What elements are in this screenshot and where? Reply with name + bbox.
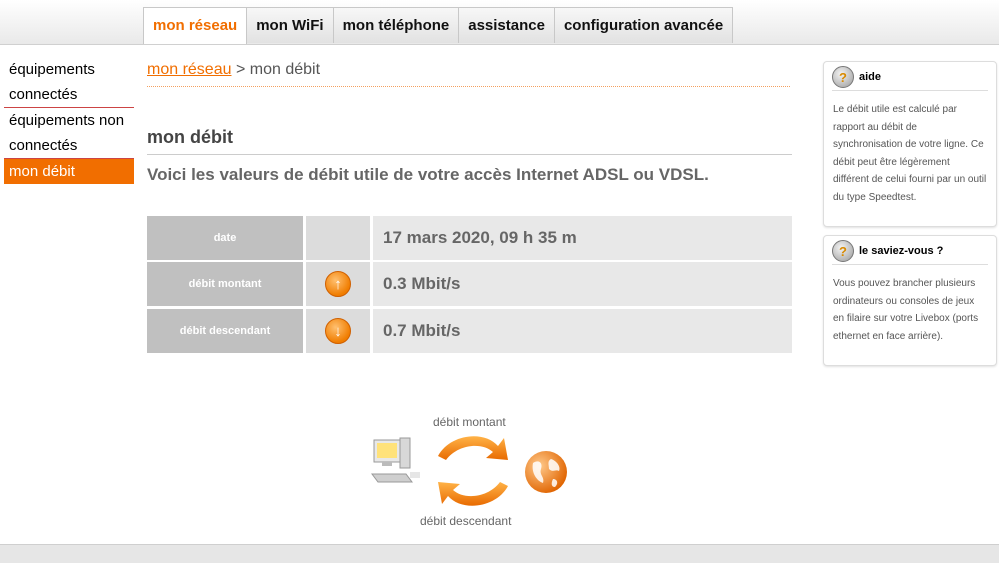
row-icon-cell <box>306 216 370 260</box>
footer-bar <box>0 544 999 563</box>
table-row-date: date 17 mars 2020, 09 h 35 m <box>147 216 792 260</box>
help-box-header: ? aide <box>832 64 988 91</box>
tip-box-title: le saviez-vous ? <box>859 245 944 257</box>
tab-mon-wifi[interactable]: mon WiFi <box>246 7 334 43</box>
top-navigation-bar: mon réseau mon WiFi mon téléphone assist… <box>0 0 999 45</box>
globe-icon <box>525 451 567 493</box>
tip-box: ? le saviez-vous ? Vous pouvez brancher … <box>823 235 997 366</box>
arrow-up-icon: ↑ <box>325 271 351 297</box>
divider <box>147 154 792 155</box>
tip-box-header: ? le saviez-vous ? <box>832 238 988 265</box>
row-value: 0.3 Mbit/s <box>373 262 792 306</box>
tab-configuration-avancee[interactable]: configuration avancée <box>553 7 734 43</box>
help-box-title: aide <box>859 71 882 83</box>
breadcrumb-link-mon-reseau[interactable]: mon réseau <box>147 61 232 78</box>
sidebar-item-equipements-connectes[interactable]: équipements connectés <box>4 57 134 108</box>
row-value: 0.7 Mbit/s <box>373 309 792 353</box>
row-value: 17 mars 2020, 09 h 35 m <box>373 216 792 260</box>
exchange-arrows-icon <box>438 436 508 506</box>
row-icon-cell: ↑ <box>306 262 370 306</box>
question-icon: ? <box>832 240 854 262</box>
help-box: ? aide Le débit utile est calculé par ra… <box>823 61 997 227</box>
breadcrumb-separator: > <box>235 61 246 78</box>
sidebar-item-mon-debit[interactable]: mon débit <box>4 159 134 184</box>
row-label: débit montant <box>147 262 303 306</box>
divider <box>147 86 790 87</box>
main-tabs: mon réseau mon WiFi mon téléphone assist… <box>143 7 734 44</box>
computer-icon <box>371 437 420 483</box>
question-icon: ? <box>832 66 854 88</box>
tab-mon-reseau[interactable]: mon réseau <box>143 7 248 44</box>
page-subtitle: Voici les valeurs de débit utile de votr… <box>147 165 709 184</box>
tab-assistance[interactable]: assistance <box>458 7 555 43</box>
sidebar: équipements connectés équipements non co… <box>4 57 134 184</box>
row-label: date <box>147 216 303 260</box>
row-icon-cell: ↓ <box>306 309 370 353</box>
sidebar-item-equipements-non-connectes[interactable]: équipements non connectés <box>4 108 134 159</box>
tab-mon-telephone[interactable]: mon téléphone <box>332 7 460 43</box>
table-row-debit-montant: débit montant ↑ 0.3 Mbit/s <box>147 262 792 306</box>
tip-box-text: Vous pouvez brancher plusieurs ordinateu… <box>833 278 979 342</box>
breadcrumb: mon réseau > mon débit <box>147 61 320 79</box>
help-box-text: Le débit utile est calculé par rapport a… <box>833 104 987 203</box>
page-title: mon débit <box>147 127 233 147</box>
row-label: débit descendant <box>147 309 303 353</box>
diagram-download-label: débit descendant <box>420 514 512 528</box>
arrow-down-icon: ↓ <box>325 318 351 344</box>
breadcrumb-current: mon débit <box>249 61 321 78</box>
diagram-upload-label: débit montant <box>433 415 506 429</box>
table-row-debit-descendant: débit descendant ↓ 0.7 Mbit/s <box>147 309 792 353</box>
